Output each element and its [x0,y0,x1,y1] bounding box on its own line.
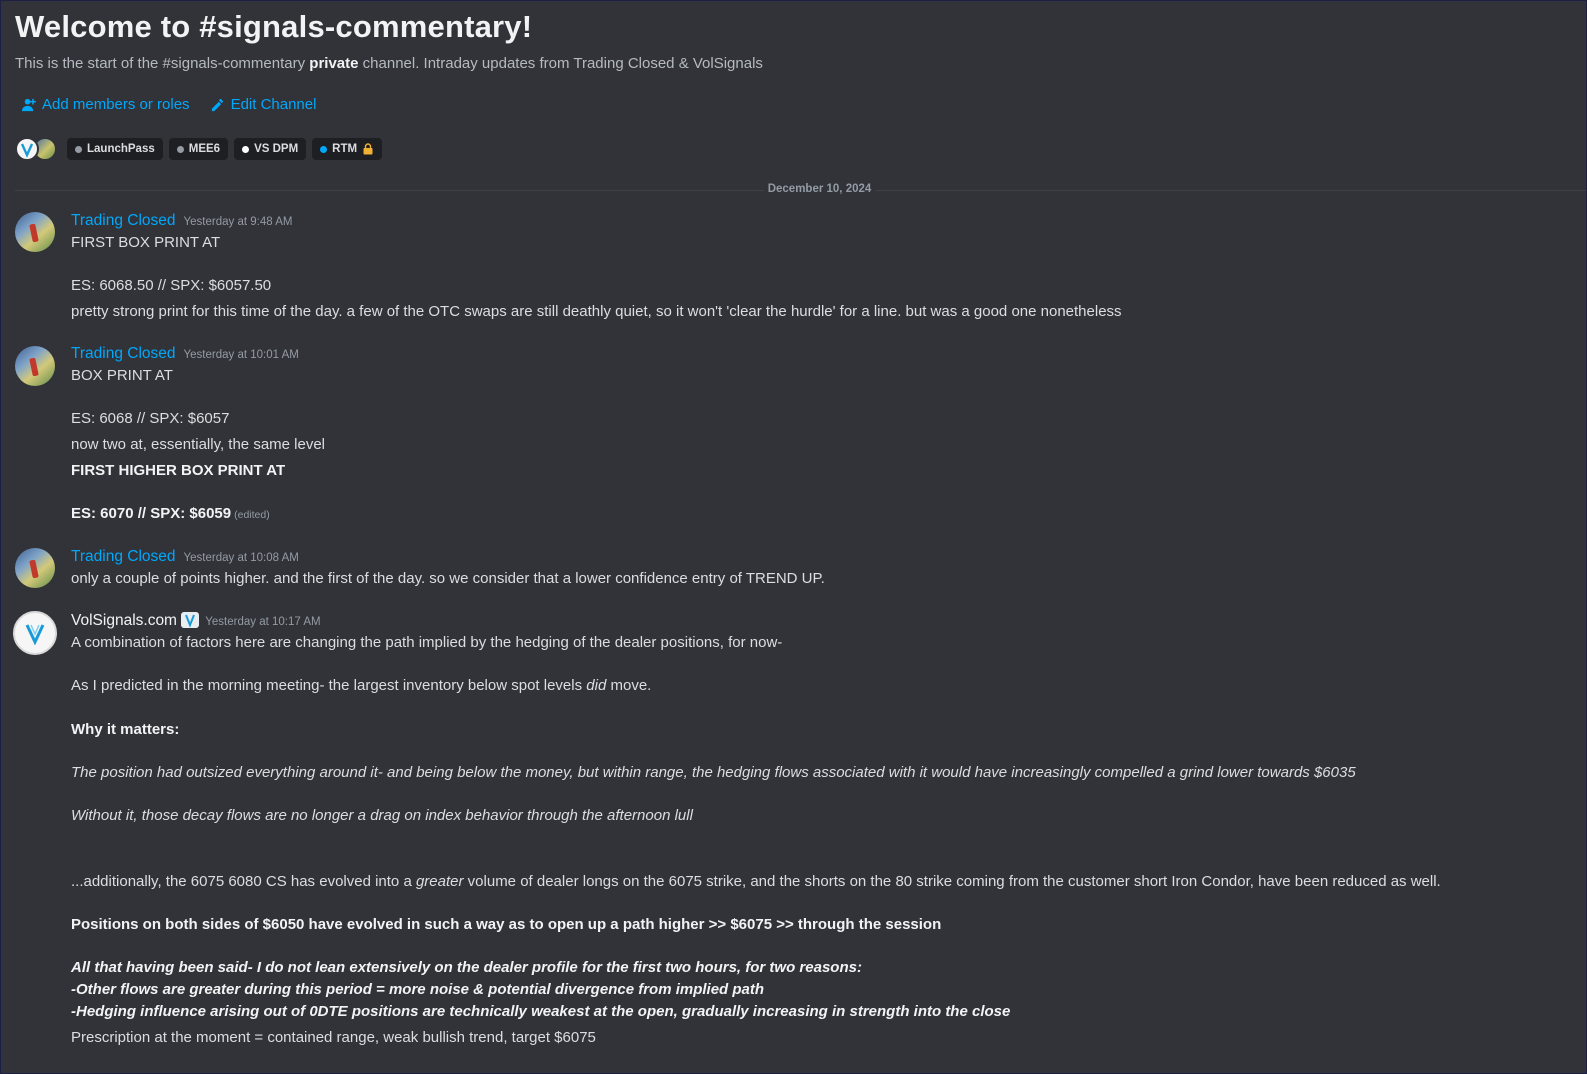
message-text: Prescription at the moment = contained r… [71,1029,596,1046]
role-color-dot [176,145,184,153]
message-text: -Other flows are greater during this per… [71,981,765,998]
message-text: -Hedging influence arising out of 0DTE p… [71,1003,1011,1020]
role-chip-vs-dpm[interactable]: VS DPM [234,138,307,160]
message-timestamp: Yesterday at 10:08 AM [183,552,299,564]
message-header: Trading Closed Yesterday at 10:08 AM [71,548,299,566]
volsignals-logo-icon [20,143,34,158]
avatar[interactable] [13,611,57,655]
message-timestamp: Yesterday at 9:48 AM [183,216,293,228]
message-author[interactable]: Trading Closed [71,548,176,566]
channel-members-row: LaunchPass MEE6 VS DPM RTM [15,137,383,161]
role-list: LaunchPass MEE6 VS DPM RTM [67,138,383,160]
channel-welcome-description: This is the start of the #signals-commen… [15,55,763,72]
role-color-dot [75,145,82,153]
message-timestamp: Yesterday at 10:17 AM [205,616,321,628]
message-text: ES: 6068 // SPX: $6057 [71,410,230,427]
channel-actions: Add members or roles Edit Channel [21,96,316,113]
message-text: Why it matters: [71,721,180,738]
add-members-label: Add members or roles [42,96,190,113]
message-text: As I predicted in the morning meeting- t… [71,677,652,694]
edited-label: (edited) [234,509,270,521]
channel-welcome-title: Welcome to #signals-commentary! [15,9,533,44]
verified-badge-icon [181,611,200,628]
add-members-button[interactable]: Add members or roles [21,96,190,113]
message-text: A combination of factors here are changi… [71,634,783,651]
role-color-dot [242,145,250,153]
edit-channel-button[interactable]: Edit Channel [210,96,317,113]
message-text: ...additionally, the 6075 6080 CS has ev… [71,873,1441,890]
message-text: Without it, those decay flows are no lon… [71,807,693,824]
message-text: ES: 6070 // SPX: $6059 (edited) [71,505,270,522]
message-header: Trading Closed Yesterday at 10:01 AM [71,345,299,363]
message-author[interactable]: Trading Closed [71,212,176,230]
add-member-icon [21,98,36,112]
message-text: now two at, essentially, the same level [71,436,326,453]
message-text: FIRST BOX PRINT AT [71,234,221,251]
message-text: FIRST HIGHER BOX PRINT AT [71,462,286,479]
edit-channel-label: Edit Channel [230,96,317,113]
message-text: Positions on both sides of $6050 have ev… [71,916,942,933]
role-chip-rtm[interactable]: RTM [312,138,383,160]
message-text: All that having been said- I do not lean… [71,959,862,976]
avatar[interactable] [15,137,39,161]
lock-icon [363,143,373,155]
message-header: VolSignals.com Yesterday at 10:17 AM [71,611,321,630]
avatar[interactable] [15,212,55,252]
role-color-dot [320,145,328,153]
message-text: only a couple of points higher. and the … [71,570,825,587]
message-text: ES: 6068.50 // SPX: $6057.50 [71,277,272,294]
role-chip-mee6[interactable]: MEE6 [168,138,229,160]
message-header: Trading Closed Yesterday at 9:48 AM [71,212,292,230]
message-text: The position had outsized everything aro… [71,764,1356,781]
message-text: pretty strong print for this time of the… [71,303,1122,320]
pencil-icon [211,98,223,112]
avatar[interactable] [15,346,55,386]
message-author[interactable]: VolSignals.com [71,611,200,630]
message-text: BOX PRINT AT [71,367,173,384]
volsignals-logo-icon [25,624,45,645]
channel-view: Welcome to #signals-commentary! This is … [1,1,1586,1073]
message-timestamp: Yesterday at 10:01 AM [183,349,299,361]
message-author[interactable]: Trading Closed [71,345,176,363]
avatar[interactable] [15,548,55,588]
role-chip-launchpass[interactable]: LaunchPass [67,138,163,160]
date-divider-label: December 10, 2024 [763,183,876,195]
